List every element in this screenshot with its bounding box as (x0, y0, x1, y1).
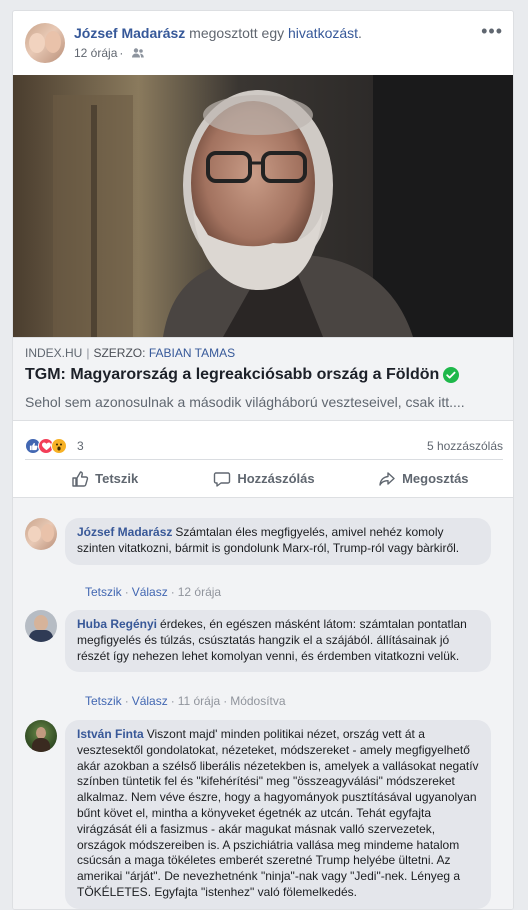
share-button-label: Megosztás (402, 471, 469, 486)
comment-reply-link[interactable]: Válasz (132, 585, 168, 599)
post-timestamp-row: 12 órája · (74, 46, 144, 60)
link-description: Sehol sem azonosulnak a második világháb… (25, 394, 465, 410)
friends-icon[interactable] (131, 47, 144, 58)
post-timestamp[interactable]: 12 órája (74, 46, 117, 60)
comment-like-link[interactable]: Tetszik (85, 694, 122, 708)
reactions-bar: 3 5 hozzászólás (25, 421, 503, 461)
comment-like-link[interactable]: Tetszik (85, 585, 122, 599)
comments-count[interactable]: 5 hozzászólás (427, 439, 503, 453)
thumbs-up-icon (72, 470, 89, 487)
like-button-label: Tetszik (95, 471, 139, 486)
link-author[interactable]: FABIAN TAMAS (149, 346, 235, 360)
comment-item: István Finta Viszont majd' minden politik… (25, 720, 503, 909)
link-preview-image[interactable] (13, 75, 513, 337)
comment-bubble: Huba Regényi érdekes, én egészen másként … (65, 610, 491, 673)
comment-time[interactable]: 11 órája (178, 694, 220, 708)
link-meta[interactable]: INDEX.HU | SZERZO: FABIAN TAMAS TGM: Magya… (13, 337, 513, 421)
reaction-icons[interactable] (25, 438, 67, 454)
comment-bubble: István Finta Viszont majd' minden politik… (65, 720, 491, 909)
commenter-avatar[interactable] (25, 610, 57, 642)
comment-item: Huba Regényi érdekes, én egészen másként … (25, 610, 503, 710)
verified-check-icon (443, 367, 460, 383)
post-actions: Tetszik Hozzászólás Megosztás (25, 459, 503, 497)
comment-reply-link[interactable]: Válasz (132, 694, 168, 708)
header-period: . (358, 25, 362, 41)
reaction-count[interactable]: 3 (77, 439, 84, 453)
shared-link-word[interactable]: hivatkozást (288, 25, 358, 41)
link-source: INDEX.HU (25, 346, 83, 360)
link-source-row: INDEX.HU | SZERZO: FABIAN TAMAS (25, 346, 236, 360)
comment-text: Viszont majd' minden politikai nézet, or… (77, 727, 479, 899)
link-title[interactable]: TGM: Magyarország a legreakciósabb orszá… (25, 366, 439, 384)
wow-reaction-icon (51, 438, 67, 454)
comments-section: József Madarász Számtalan éles megfigyelé… (13, 497, 513, 909)
more-icon[interactable]: ••• (481, 21, 503, 42)
post-card: József Madarász megosztott egy hivatkozá… (12, 10, 514, 910)
post-header-line: József Madarász megosztott egy hivatkozá… (74, 25, 362, 41)
commenter-name[interactable]: Huba Regényi (77, 617, 157, 631)
author-avatar[interactable] (25, 23, 65, 63)
comment-bubble: József Madarász Számtalan éles megfigyelé… (65, 518, 491, 565)
comment-button-label: Hozzászólás (237, 471, 315, 486)
commenter-name[interactable]: József Madarász (77, 525, 172, 539)
comment-actions: Tetszik · Válasz · 12 órája (85, 585, 222, 599)
comment-icon (214, 471, 231, 487)
comment-actions: Tetszik · Válasz · 11 órája · Módosítva (85, 694, 286, 708)
comment-time[interactable]: 12 órája (178, 585, 221, 599)
share-icon (379, 471, 395, 486)
commenter-avatar[interactable] (25, 720, 57, 752)
commenter-avatar[interactable] (25, 518, 57, 550)
post-header: József Madarász megosztott egy hivatkozá… (13, 11, 513, 75)
commenter-name[interactable]: István Finta (77, 727, 144, 741)
comment-button[interactable]: Hozzászólás (184, 460, 343, 497)
like-button[interactable]: Tetszik (25, 460, 184, 497)
comment-edited[interactable]: Módosítva (230, 694, 285, 708)
post-author-name[interactable]: József Madarász (74, 25, 185, 41)
shared-text: megosztott egy (189, 25, 285, 41)
share-button[interactable]: Megosztás (344, 460, 503, 497)
link-author-prefix: SZERZO: (93, 346, 146, 360)
link-title-row[interactable]: TGM: Magyarország a legreakciósabb orszá… (25, 366, 503, 384)
comment-item: József Madarász Számtalan éles megfigyelé… (25, 518, 503, 608)
